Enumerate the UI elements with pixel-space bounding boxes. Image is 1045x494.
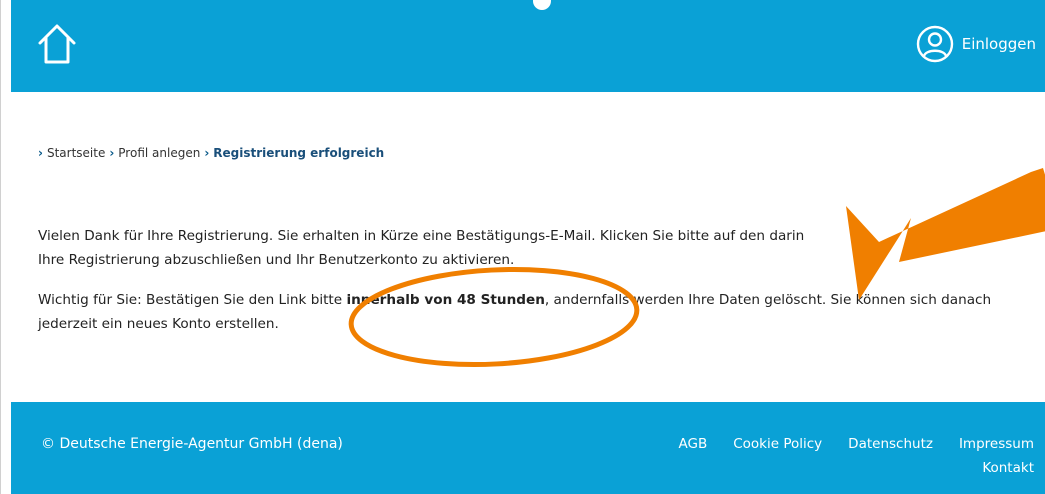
breadcrumb-item-startseite[interactable]: Startseite: [47, 146, 105, 160]
breadcrumb-chevron-icon: ›: [204, 146, 210, 160]
footer-link-cookie-policy[interactable]: Cookie Policy: [733, 436, 822, 452]
footer-links: AGB Cookie Policy Datenschutz Impressum: [678, 436, 1034, 452]
footer-link-datenschutz[interactable]: Datenschutz: [848, 436, 933, 452]
footer-link-impressum[interactable]: Impressum: [959, 436, 1034, 452]
breadcrumb-current: Registrierung erfolgreich: [213, 146, 385, 160]
page-frame: Einloggen › Startseite › Profil anlegen …: [0, 0, 1045, 494]
user-circle-icon: [916, 25, 953, 63]
confirmation-text-line2: Ihre Registrierung abzuschließen und Ihr…: [38, 252, 515, 268]
notice-text-before: Wichtig für Sie: Bestätigen Sie den Link…: [38, 292, 347, 308]
home-icon: [38, 24, 76, 64]
confirmation-text-line1: Vielen Dank für Ihre Registrierung. Sie …: [38, 228, 805, 244]
confirmation-paragraph: Vielen Dank für Ihre Registrierung. Sie …: [38, 224, 1028, 272]
main-content: Vielen Dank für Ihre Registrierung. Sie …: [38, 224, 1028, 352]
login-button[interactable]: Einloggen: [916, 24, 1036, 64]
footer-link-kontakt[interactable]: Kontakt: [982, 460, 1034, 476]
home-button[interactable]: [37, 22, 77, 68]
copyright: © Deutsche Energie-Agentur GmbH (dena): [41, 436, 343, 452]
breadcrumb: › Startseite › Profil anlegen › Registri…: [38, 146, 384, 160]
breadcrumb-chevron-icon: ›: [38, 146, 43, 160]
important-notice: Wichtig für Sie: Bestätigen Sie den Link…: [38, 288, 1028, 336]
header-notch: [533, 0, 551, 10]
site-footer: © Deutsche Energie-Agentur GmbH (dena) A…: [11, 402, 1045, 494]
site-header: Einloggen: [11, 0, 1045, 92]
login-label: Einloggen: [961, 35, 1036, 53]
footer-link-agb[interactable]: AGB: [678, 436, 707, 452]
notice-deadline: innerhalb von 48 Stunden: [346, 292, 545, 308]
breadcrumb-chevron-icon: ›: [109, 146, 115, 160]
breadcrumb-item-profil-anlegen[interactable]: Profil anlegen: [118, 146, 200, 160]
